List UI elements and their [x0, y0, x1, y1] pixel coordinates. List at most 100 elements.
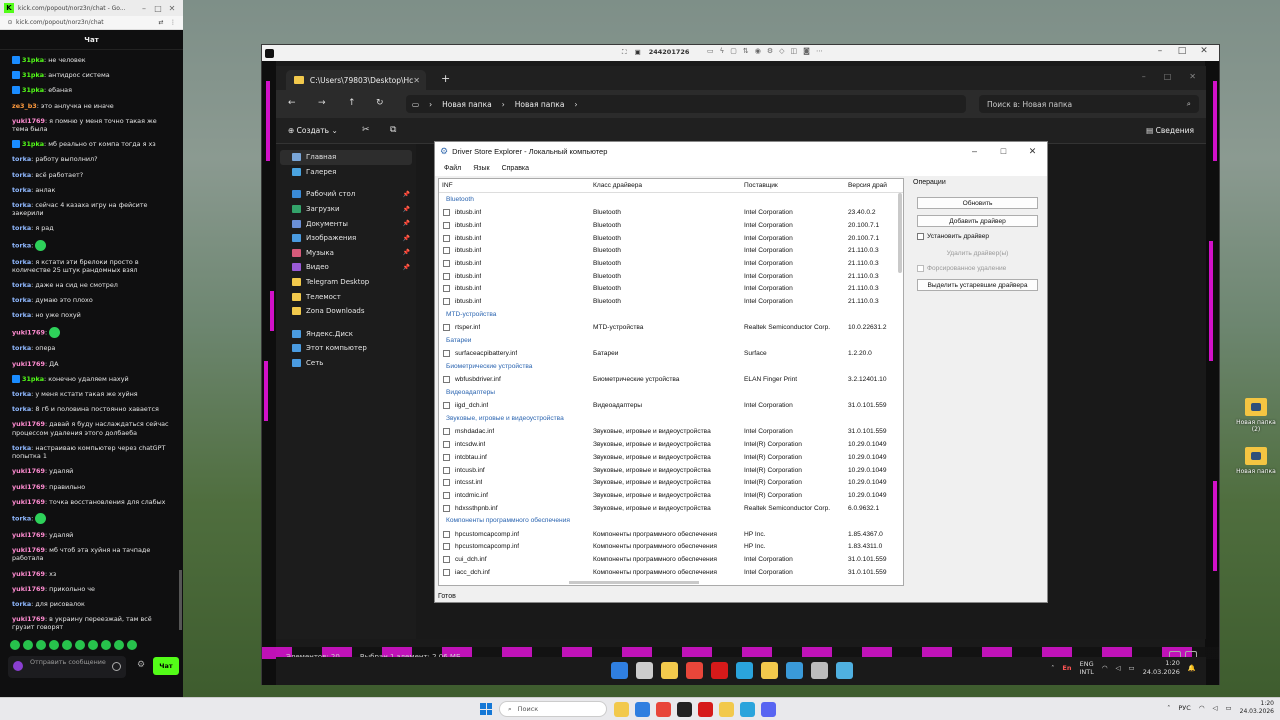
chevron-right-icon[interactable]: ›	[574, 100, 577, 109]
taskbar-app-icon[interactable]	[698, 702, 713, 717]
provider-cell[interactable]: Intel Corporation	[744, 428, 848, 435]
table-row[interactable]: ibtusb.inf Bluetooth Intel Corporation 20.1…	[439, 232, 903, 245]
class-cell[interactable]: Bluetooth	[593, 235, 744, 242]
fullscreen-icon[interactable]: ⛶	[622, 48, 627, 57]
inf-cell[interactable]: hdxssthpnb.inf	[439, 504, 593, 512]
chat-url-bar[interactable]: ⊙ kick.com/popout/norz3n/chat ⇄ ⋮	[0, 16, 183, 30]
host-time[interactable]: 1:20	[1261, 700, 1274, 707]
row-checkbox[interactable]	[443, 285, 450, 293]
version-cell[interactable]: 20.100.7.1	[848, 222, 903, 229]
pin-icon[interactable]: 📌	[403, 191, 410, 198]
class-cell[interactable]: Bluetooth	[593, 260, 744, 267]
remote-clock[interactable]: 1:20 24.03.2026	[1143, 659, 1180, 677]
sidebar-item-label[interactable]: Видео	[306, 263, 329, 271]
inf-name[interactable]: ibtusb.inf	[455, 209, 481, 216]
row-checkbox[interactable]	[443, 272, 450, 280]
minimize-button[interactable]: –	[1149, 46, 1171, 56]
input-indicator[interactable]: En	[1062, 664, 1071, 672]
class-cell[interactable]: Батареи	[593, 350, 744, 357]
version-cell[interactable]: 20.100.7.1	[848, 235, 903, 242]
record-icon[interactable]: ◉	[755, 47, 761, 55]
pin-icon[interactable]: 📌	[403, 249, 410, 256]
sidebar-item-label[interactable]: Музыка	[306, 249, 334, 257]
more-menu-icon[interactable]: ⋮	[167, 19, 179, 26]
provider-cell[interactable]: HP Inc.	[744, 531, 848, 538]
sidebar-item-label[interactable]: Рабочий стол	[306, 190, 355, 198]
inf-name[interactable]: intcbtau.inf	[455, 454, 487, 461]
sidebar-item-label[interactable]: Изображения	[306, 234, 356, 242]
taskbar-app-icon[interactable]	[711, 662, 728, 679]
version-cell[interactable]: 6.0.9632.1	[848, 505, 903, 512]
class-cell[interactable]: Звуковые, игровые и видеоустройства	[593, 467, 744, 474]
screenshot-icon[interactable]: ◫	[791, 47, 798, 55]
breadcrumb[interactable]: ▭ › Новая папка › Новая папка ›	[406, 95, 966, 113]
inf-cell[interactable]: cui_dch.inf	[439, 556, 593, 564]
table-row[interactable]: iigd_dch.inf Видеоадаптеры Intel Corporati…	[439, 400, 903, 413]
inf-cell[interactable]: ibtusb.inf	[439, 247, 593, 255]
provider-cell[interactable]: Intel(R) Corporation	[744, 479, 848, 486]
version-cell[interactable]: 10.29.0.1049	[848, 441, 903, 448]
sidebar-item-label[interactable]: Загрузки	[306, 205, 340, 213]
version-cell[interactable]: 31.0.101.559	[848, 428, 903, 435]
inf-cell[interactable]: ibtusb.inf	[439, 272, 593, 280]
chat-username[interactable]: torka	[12, 344, 31, 352]
class-cell[interactable]: Звуковые, игровые и видеоустройства	[593, 441, 744, 448]
version-cell[interactable]: 31.0.101.559	[848, 569, 903, 576]
breadcrumb-item[interactable]: Новая папка	[515, 100, 565, 109]
inf-cell[interactable]: intcsdw.inf	[439, 441, 593, 449]
inf-name[interactable]: hpcustomcapcomp.inf	[455, 531, 519, 538]
driver-group-header[interactable]: Компоненты программного обеспечения	[439, 514, 903, 527]
copy-icon[interactable]: ⧉	[390, 125, 396, 135]
version-cell[interactable]: 21.110.0.3	[848, 273, 903, 280]
version-cell[interactable]: 1.2.20.0	[848, 350, 903, 357]
explorer-search-input[interactable]: Поиск в: Новая папка ⌕	[979, 95, 1199, 113]
driver-group-header[interactable]: Батареи	[439, 334, 903, 347]
chat-username[interactable]: 31pka	[22, 375, 44, 383]
table-row[interactable]: ibtusb.inf Bluetooth Intel Corporation 20.1…	[439, 219, 903, 232]
chat-settings-gear-icon[interactable]: ⚙	[137, 660, 145, 670]
inf-cell[interactable]: mshdadac.inf	[439, 428, 593, 436]
inf-name[interactable]: intcsdw.inf	[455, 441, 485, 448]
chat-username[interactable]: torka	[12, 258, 31, 266]
chat-username[interactable]: torka	[12, 514, 31, 522]
chat-icon[interactable]: ▭	[707, 47, 714, 55]
remote-screen[interactable]: C:\Users\79803\Desktop\Нс ✕ + – □ ✕ ← → …	[262, 61, 1219, 685]
chat-username[interactable]: torka	[12, 405, 31, 413]
battery-icon[interactable]: ▭	[1225, 704, 1231, 712]
screens-icon[interactable]: ▢	[730, 47, 737, 55]
row-checkbox[interactable]	[443, 234, 450, 242]
inf-name[interactable]: iacc_dch.inf	[455, 569, 490, 576]
version-cell[interactable]: 21.110.0.3	[848, 247, 903, 254]
class-cell[interactable]: Компоненты программного обеспечения	[593, 531, 744, 538]
row-checkbox[interactable]	[443, 428, 450, 436]
sidebar-item[interactable]: Яндекс.Диск	[276, 327, 416, 342]
provider-cell[interactable]: Intel Corporation	[744, 247, 848, 254]
emote-icon[interactable]	[36, 640, 46, 650]
row-checkbox[interactable]	[443, 402, 450, 410]
refresh-icon[interactable]: ↻	[376, 98, 384, 108]
row-checkbox[interactable]	[443, 466, 450, 474]
chat-username[interactable]: yuki1769	[12, 117, 45, 125]
sidebar-item-label[interactable]: Telegram Desktop	[306, 278, 369, 286]
pin-icon[interactable]: 📌	[403, 206, 410, 213]
sidebar-item[interactable]: Музыка 📌	[276, 246, 416, 261]
chat-username[interactable]: 31pka	[22, 86, 44, 94]
version-cell[interactable]: 21.110.0.3	[848, 260, 903, 267]
inf-name[interactable]: rtsper.inf	[455, 324, 480, 331]
sidebar-item-label[interactable]: Сеть	[306, 359, 323, 367]
sidebar-item[interactable]: Видео 📌	[276, 260, 416, 275]
table-row[interactable]: intcusb.inf Звуковые, игровые и видеоустр…	[439, 464, 903, 477]
inf-name[interactable]: ibtusb.inf	[455, 285, 481, 292]
provider-cell[interactable]: Intel Corporation	[744, 285, 848, 292]
inf-name[interactable]: wbfusbdriver.inf	[455, 376, 501, 383]
chat-send-button[interactable]: Чат	[153, 657, 179, 675]
close-button[interactable]: ✕	[1193, 46, 1215, 56]
sidebar-item-label[interactable]: Телемост	[306, 293, 341, 301]
provider-cell[interactable]: HP Inc.	[744, 543, 848, 550]
version-cell[interactable]: 1.85.4367.0	[848, 531, 903, 538]
desktop-icon-label[interactable]: Новая папка	[1236, 468, 1276, 475]
site-info-icon[interactable]: ⊙	[4, 19, 16, 26]
desktop-folder-icon[interactable]: Новая папка	[1231, 447, 1280, 475]
menu-language[interactable]: Язык	[473, 165, 489, 172]
provider-cell[interactable]: Intel Corporation	[744, 556, 848, 563]
